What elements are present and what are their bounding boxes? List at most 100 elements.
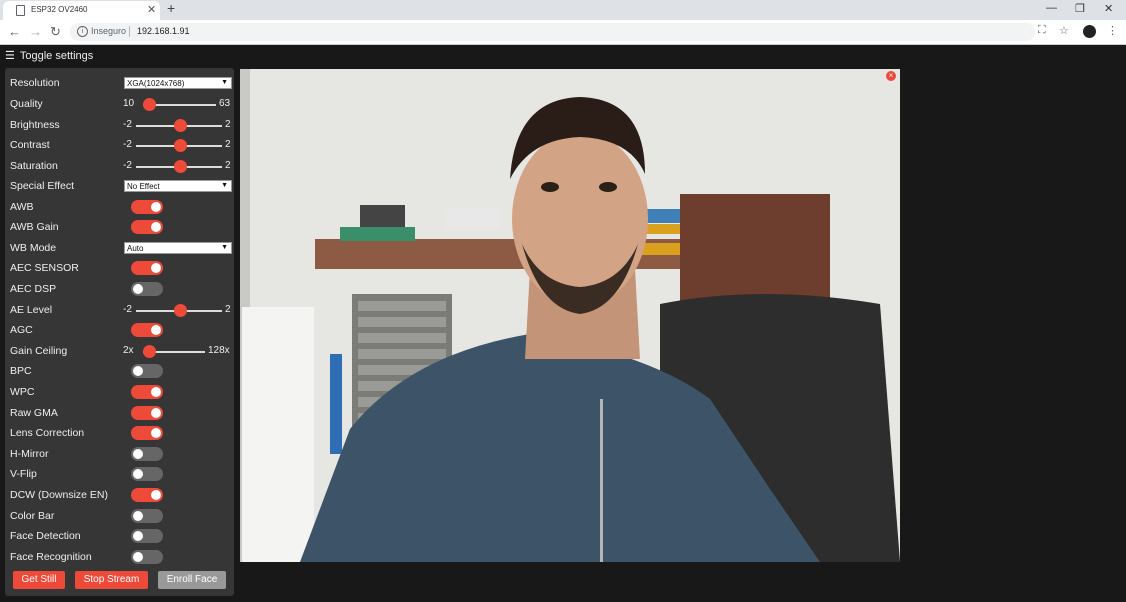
switch-knob (151, 222, 161, 232)
ae-level-slider-thumb[interactable] (174, 304, 187, 317)
face-detection-row: Face Detection (10, 528, 232, 544)
chevron-down-icon: ▼ (221, 182, 228, 189)
brightness-slider-thumb[interactable] (174, 119, 187, 132)
contrast-slider-thumb[interactable] (174, 139, 187, 152)
raw-gma-switch[interactable] (131, 406, 163, 420)
special-effect-label: Special Effect (10, 180, 75, 192)
divider (129, 26, 130, 37)
awb-gain-switch[interactable] (131, 220, 163, 234)
switch-knob (133, 469, 143, 479)
wpc-row: WPC (10, 384, 232, 400)
saturation-slider-thumb[interactable] (174, 160, 187, 173)
stop-stream-button[interactable]: Stop Stream (75, 571, 148, 589)
minimize-icon[interactable]: — (1046, 2, 1057, 14)
browser-tab[interactable]: ESP32 OV2460 ✕ (3, 1, 160, 20)
bpc-row: BPC (10, 363, 232, 379)
wpc-label: WPC (10, 386, 35, 398)
restore-icon[interactable]: ❐ (1075, 2, 1085, 15)
gain-ceiling-slider-thumb[interactable] (143, 345, 156, 358)
switch-knob (151, 325, 161, 335)
special-effect-value: No Effect (127, 182, 160, 191)
new-tab-icon[interactable]: + (167, 0, 175, 16)
stream-illustration (240, 69, 900, 562)
wb-mode-value: Auto (127, 244, 144, 253)
switch-knob (133, 366, 143, 376)
lens-correction-switch[interactable] (131, 426, 163, 440)
quality-row: Quality 10 63 (10, 96, 232, 112)
color-bar-label: Color Bar (10, 510, 55, 522)
browser-tab-bar: ESP32 OV2460 ✕ + — ❐ ✕ (0, 0, 1126, 20)
bookmark-star-icon[interactable]: ☆ (1059, 24, 1069, 37)
profile-avatar[interactable] (1083, 25, 1096, 38)
raw-gma-row: Raw GMA (10, 405, 232, 421)
brightness-row: Brightness -2 2 (10, 117, 232, 133)
wpc-switch[interactable] (131, 385, 163, 399)
get-still-button[interactable]: Get Still (13, 571, 65, 589)
dcw-label: DCW (Downsize EN) (10, 489, 109, 501)
agc-switch[interactable] (131, 323, 163, 337)
contrast-min: -2 (123, 139, 132, 150)
h-mirror-label: H-Mirror (10, 448, 49, 460)
color-bar-row: Color Bar (10, 508, 232, 524)
reload-icon[interactable]: ↻ (50, 24, 61, 40)
gain-ceiling-row: Gain Ceiling 2x 128x (10, 343, 232, 359)
hamburger-icon: ☰ (5, 50, 15, 62)
resolution-select[interactable]: XGA(1024x768) ▼ (124, 77, 232, 89)
toggle-settings[interactable]: ☰ Toggle settings (5, 49, 93, 62)
h-mirror-row: H-Mirror (10, 446, 232, 462)
ae-level-max: 2 (225, 304, 231, 315)
aec-dsp-switch[interactable] (131, 282, 163, 296)
awb-gain-label: AWB Gain (10, 221, 59, 233)
color-bar-switch[interactable] (131, 509, 163, 523)
address-bar[interactable]: i Inseguro 192.168.1.91 (70, 23, 1035, 41)
special-effect-row: Special Effect No Effect ▼ (10, 178, 232, 194)
face-recognition-switch[interactable] (131, 550, 163, 564)
face-recognition-row: Face Recognition (10, 549, 232, 565)
translate-icon[interactable]: ⛶ (1038, 24, 1046, 37)
saturation-max: 2 (225, 160, 231, 171)
face-detection-label: Face Detection (10, 530, 81, 542)
back-arrow-icon[interactable]: ← (8, 24, 21, 39)
special-effect-select[interactable]: No Effect ▼ (124, 180, 232, 192)
ae-level-min: -2 (123, 304, 132, 315)
awb-switch[interactable] (131, 200, 163, 214)
saturation-min: -2 (123, 160, 132, 171)
bpc-switch[interactable] (131, 364, 163, 378)
switch-knob (133, 511, 143, 521)
quality-max: 63 (219, 98, 231, 109)
close-tab-icon[interactable]: ✕ (147, 3, 156, 16)
security-status: Inseguro (91, 26, 127, 36)
aec-sensor-label: AEC SENSOR (10, 262, 79, 274)
switch-knob (151, 263, 161, 273)
quality-slider-thumb[interactable] (143, 98, 156, 111)
h-mirror-switch[interactable] (131, 447, 163, 461)
aec-dsp-row: AEC DSP (10, 281, 232, 297)
contrast-row: Contrast -2 2 (10, 137, 232, 153)
chevron-down-icon: ▼ (221, 79, 228, 86)
saturation-row: Saturation -2 2 (10, 158, 232, 174)
resolution-value: XGA(1024x768) (127, 79, 185, 88)
camera-stream-image (240, 69, 900, 562)
agc-row: AGC (10, 322, 232, 338)
url-text[interactable]: 192.168.1.91 (137, 26, 190, 36)
chevron-down-icon: ▼ (221, 244, 228, 251)
lens-correction-row: Lens Correction (10, 425, 232, 441)
v-flip-switch[interactable] (131, 467, 163, 481)
menu-kebab-icon[interactable]: ⋮ (1107, 24, 1118, 37)
face-detection-switch[interactable] (131, 529, 163, 543)
enroll-face-button[interactable]: Enroll Face (158, 571, 226, 589)
forward-arrow-icon[interactable]: → (29, 24, 42, 39)
saturation-label: Saturation (10, 160, 58, 172)
v-flip-row: V-Flip (10, 466, 232, 482)
info-icon[interactable]: i (77, 26, 88, 37)
close-window-icon[interactable]: ✕ (1104, 2, 1113, 15)
document-icon (16, 5, 25, 16)
resolution-row: Resolution XGA(1024x768) ▼ (10, 75, 232, 91)
aec-sensor-switch[interactable] (131, 261, 163, 275)
switch-knob (133, 284, 143, 294)
close-stream-icon[interactable]: × (886, 71, 896, 81)
awb-row: AWB (10, 199, 232, 215)
wb-mode-select[interactable]: Auto ▼ (124, 242, 232, 254)
dcw-switch[interactable] (131, 488, 163, 502)
switch-knob (151, 202, 161, 212)
